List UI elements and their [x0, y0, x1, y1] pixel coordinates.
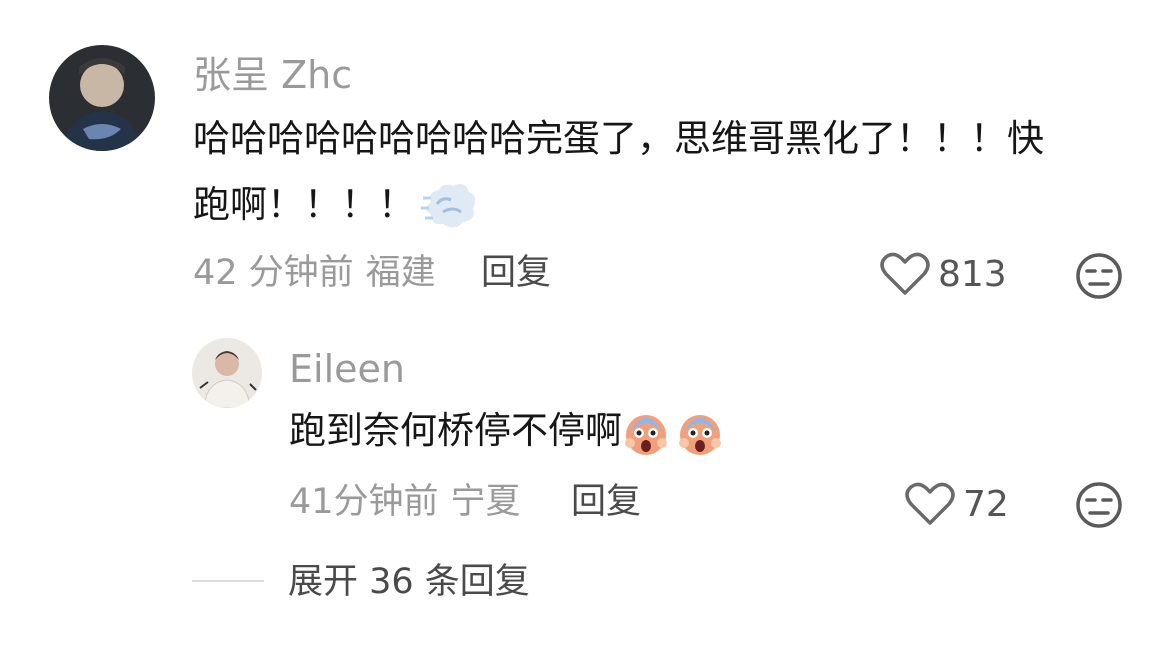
comment-meta: 42 分钟前 福建	[193, 256, 436, 291]
comment-location: 福建	[365, 253, 436, 293]
comment-like-count: 813	[938, 253, 1007, 295]
heart-outline-icon	[905, 482, 955, 525]
reply-meta: 41分钟前 宁夏	[289, 485, 521, 520]
expand-replies-button[interactable]: 展开 36 条回复	[288, 565, 530, 600]
comment-text-line-1: 哈哈哈哈哈哈哈哈哈完蛋了，思维哥黑化了！！！快	[193, 117, 1044, 160]
comment-thread: 张呈 Zhc 哈哈哈哈哈哈哈哈哈完蛋了，思维哥黑化了！！！快 跑啊！！！！ 42…	[0, 0, 1170, 662]
replier-avatar[interactable]	[192, 338, 262, 408]
screaming-face-emoji-icon	[622, 409, 670, 457]
screaming-face-emoji-icon	[676, 409, 724, 457]
reply-like-count: 72	[963, 483, 1009, 525]
reply-text-content: 跑到奈何桥停不停啊	[289, 409, 622, 452]
commenter-avatar[interactable]	[49, 45, 155, 151]
comment-text: 哈哈哈哈哈哈哈哈哈完蛋了，思维哥黑化了！！！快 跑啊！！！！	[193, 106, 1044, 238]
dashing-away-emoji-icon	[421, 182, 477, 232]
reply-dislike-button[interactable]	[1075, 481, 1123, 529]
replier-username[interactable]: Eileen	[289, 350, 405, 388]
reply-text-line: 跑到奈何桥停不停啊	[289, 398, 724, 464]
reply-like-button[interactable]: 72	[905, 481, 1009, 527]
comment-like-button[interactable]: 813	[880, 251, 1007, 297]
commenter-avatar-image	[49, 45, 155, 151]
reply-text: 跑到奈何桥停不停啊	[289, 398, 724, 464]
comment-text-line-2-text: 跑啊！！！！	[193, 183, 415, 226]
reply-reply-button[interactable]: 回复	[571, 485, 641, 520]
unamused-face-icon	[1076, 253, 1122, 299]
comment-dislike-button[interactable]	[1075, 252, 1123, 300]
reply-time: 41分钟前	[289, 482, 439, 522]
heart-outline-icon	[880, 252, 930, 295]
commenter-username[interactable]: 张呈 Zhc	[193, 56, 352, 94]
comment-text-line-2: 跑啊！！！！	[193, 172, 1044, 238]
comment-reply-button[interactable]: 回复	[481, 256, 551, 291]
replier-avatar-image	[192, 338, 262, 408]
expand-divider	[192, 580, 264, 582]
comment-time: 42 分钟前	[193, 253, 354, 293]
unamused-face-icon	[1076, 482, 1122, 528]
reply-location: 宁夏	[450, 482, 521, 522]
